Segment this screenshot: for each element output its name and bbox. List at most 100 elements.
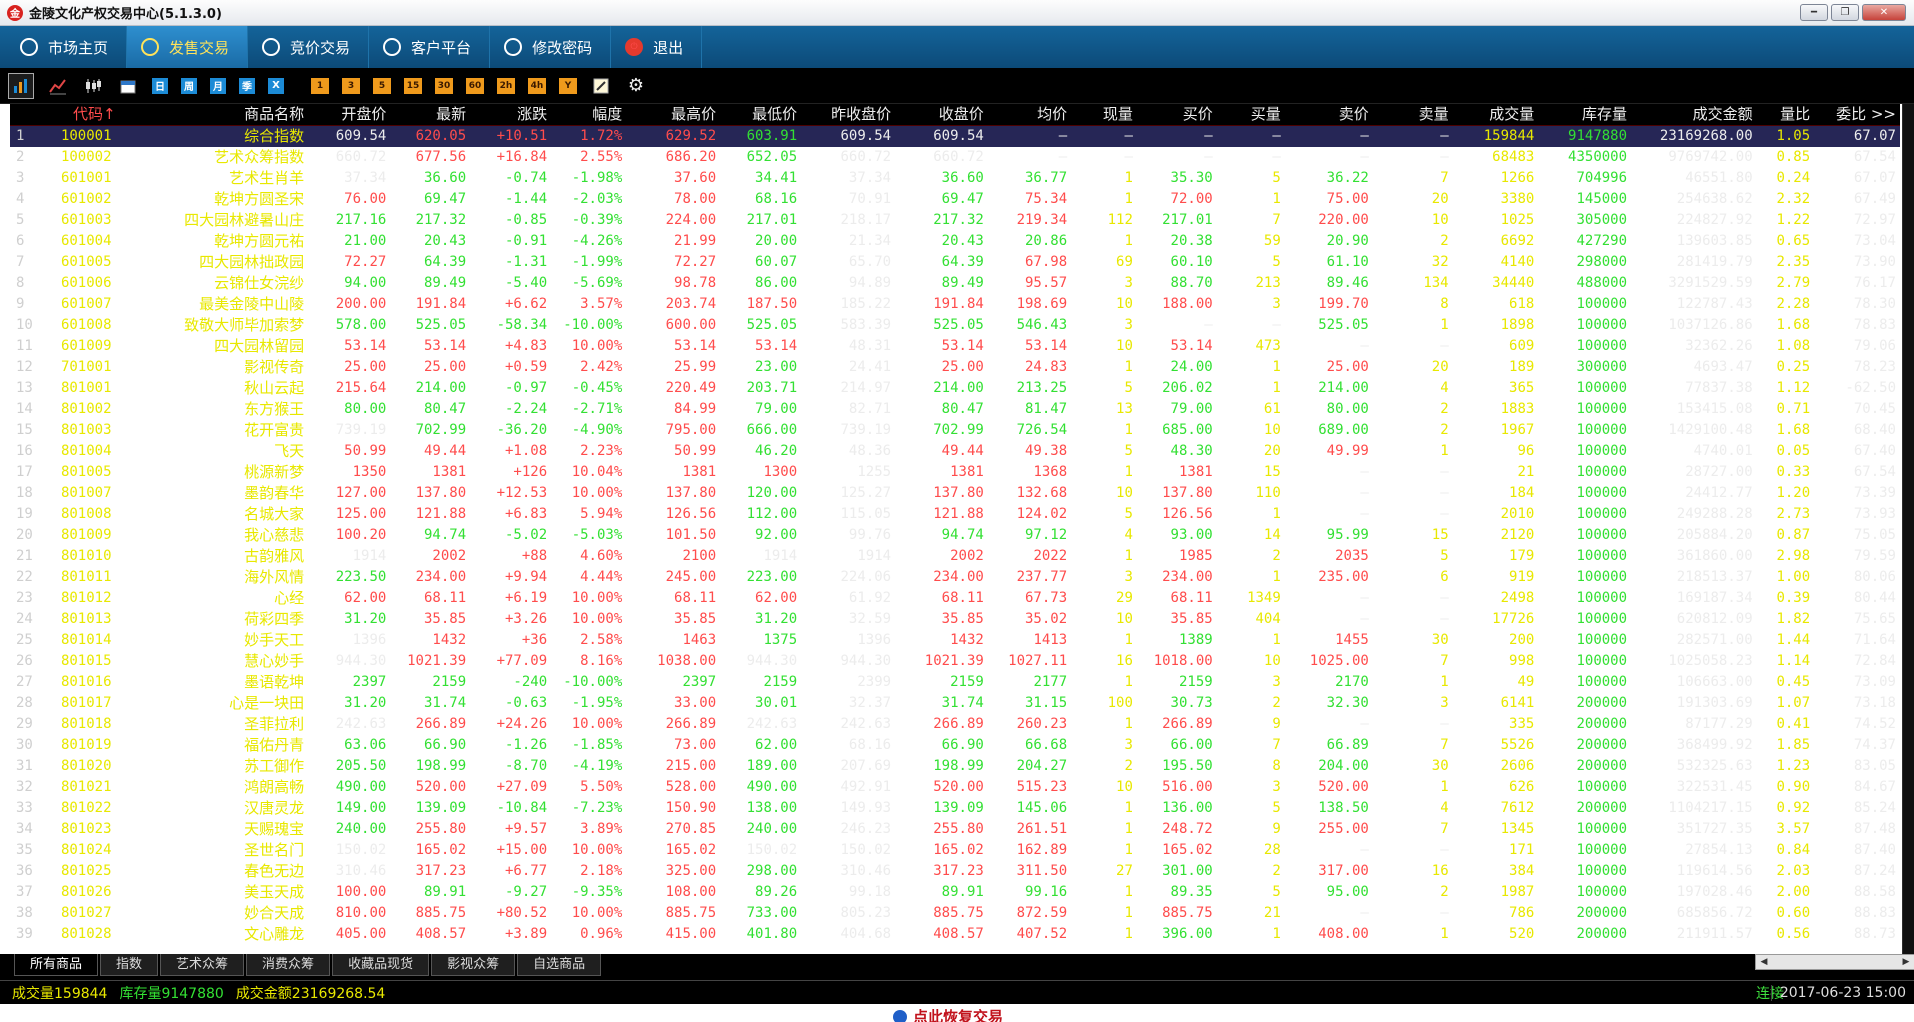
nav-tab-0[interactable]: 市场主页 xyxy=(6,26,128,68)
sheet-tab-4[interactable]: 收藏品现货 xyxy=(332,954,430,976)
table-row[interactable]: 16 801004 飞天 50.99 49.44 +1.08 2.23% 50.99 46.20… xyxy=(10,441,1900,462)
col-header-0[interactable]: 代码↑ xyxy=(56,104,163,126)
draw-pen-icon[interactable] xyxy=(590,75,612,97)
period-button-4[interactable]: X xyxy=(268,77,284,94)
period-button-3[interactable]: 季 xyxy=(239,77,255,94)
minute-button-4[interactable]: 30 xyxy=(435,77,453,94)
col-header-9[interactable]: 收盘价 xyxy=(895,104,988,126)
table-row[interactable]: 34 801023 天赐瑰宝 240.00 255.80 +9.57 3.89% 270.85… xyxy=(10,819,1900,840)
table-row[interactable]: 25 801014 妙手天工 1396 1432 +36 2.58% 1463 1375 1396… xyxy=(10,630,1900,651)
table-row[interactable]: 26 801015 慧心妙手 944.30 1021.39 +77.09 8.16% 1038… xyxy=(10,651,1900,672)
table-row[interactable]: 37 801026 美玉天成 100.00 89.91 -9.27 -9.35% 108.00… xyxy=(10,882,1900,903)
table-row[interactable]: 24 801013 荷彩四季 31.20 35.85 +3.26 10.00% 35.85 31… xyxy=(10,609,1900,630)
table-row[interactable]: 28 801017 心是一块田 31.20 31.74 -0.63 -1.95% 33.00 3… xyxy=(10,693,1900,714)
table-row[interactable]: 13 801001 秋山云起 215.64 214.00 -0.97 -0.45% 220.4… xyxy=(10,378,1900,399)
period-button-1[interactable]: 周 xyxy=(181,77,197,94)
table-row[interactable]: 1 100001 综合指数 609.54 620.05 +10.51 1.72% 629.52… xyxy=(10,125,1900,147)
table-row[interactable]: 8 601006 云锦仕女浣纱 94.00 89.49 -5.40 -5.69% 98.78 8… xyxy=(10,273,1900,294)
table-row[interactable]: 30 801019 福佑丹青 63.06 66.90 -1.26 -1.85% 73.00 62… xyxy=(10,735,1900,756)
table-row[interactable]: 38 801027 妙合天成 810.00 885.75 +80.52 10.00% 885.… xyxy=(10,903,1900,924)
table-row[interactable]: 29 801018 圣菲拉利 242.63 266.89 +24.26 10.00% 266.… xyxy=(10,714,1900,735)
minute-button-7[interactable]: 4h xyxy=(528,77,546,94)
minute-button-2[interactable]: 5 xyxy=(373,77,391,94)
sheet-tab-5[interactable]: 影视众筹 xyxy=(431,954,516,976)
sheet-tab-0[interactable]: 所有商品 xyxy=(14,954,99,976)
col-header-11[interactable]: 现量 xyxy=(1071,104,1137,126)
table-row[interactable]: 11 601009 四大园林留园 53.14 53.14 +4.83 10.00% 53.14… xyxy=(10,336,1900,357)
minute-button-3[interactable]: 15 xyxy=(404,77,422,94)
nav-tab-4[interactable]: 修改密码 xyxy=(490,26,612,68)
table-row[interactable]: 17 801005 桃源新梦 1350 1381 +126 10.04% 1381 1300 12… xyxy=(10,462,1900,483)
table-row[interactable]: 33 801022 汉唐灵龙 149.00 139.09 -10.84 -7.23% 150.… xyxy=(10,798,1900,819)
table-row[interactable]: 3 601001 艺术生肖羊 37.34 36.60 -0.74 -1.98% 37.60 34… xyxy=(10,168,1900,189)
table-row[interactable]: 5 601003 四大园林避暑山庄 217.16 217.32 -0.85 -0.39% 22… xyxy=(10,210,1900,231)
col-header-3[interactable]: 最新 xyxy=(390,104,471,126)
calendar-icon[interactable] xyxy=(117,75,139,97)
settings-gear-icon[interactable]: ⚙ xyxy=(625,75,647,97)
minimize-button[interactable]: ━ xyxy=(1800,4,1828,21)
col-header-16[interactable]: 成交量 xyxy=(1452,104,1539,126)
col-header-14[interactable]: 卖价 xyxy=(1284,104,1373,126)
horizontal-scrollbar[interactable]: ◀ ▶ xyxy=(1755,954,1914,970)
restore-button[interactable]: ❐ xyxy=(1831,4,1859,21)
col-header-1[interactable]: 商品名称 xyxy=(162,104,309,126)
sheet-tab-2[interactable]: 艺术众筹 xyxy=(160,954,245,976)
table-row[interactable]: 10 601008 致敬大师毕加索梦 578.00 525.05 -58.34 -10.00… xyxy=(10,315,1900,336)
table-row[interactable]: 12 701001 影视传奇 25.00 25.00 +0.59 2.42% 25.99 23.… xyxy=(10,357,1900,378)
col-header-20[interactable]: 委比 >> xyxy=(1814,104,1900,126)
table-row[interactable]: 39 801028 文心雕龙 405.00 408.57 +3.89 0.96% 415.00… xyxy=(10,924,1900,945)
sheet-tab-1[interactable]: 指数 xyxy=(100,954,159,976)
table-row[interactable]: 22 801011 海外风情 223.50 234.00 +9.94 4.44% 245.00… xyxy=(10,567,1900,588)
scroll-left-icon[interactable]: ◀ xyxy=(1756,955,1772,969)
col-header-13[interactable]: 买量 xyxy=(1216,104,1285,126)
sheet-tab-3[interactable]: 消费众筹 xyxy=(246,954,331,976)
col-header-12[interactable]: 买价 xyxy=(1136,104,1217,126)
period-button-0[interactable]: 日 xyxy=(152,77,168,94)
table-row[interactable]: 19 801008 名城大家 125.00 121.88 +6.83 5.94% 126.56… xyxy=(10,504,1900,525)
nav-tab-1[interactable]: 发售交易 xyxy=(127,26,249,68)
line-chart-icon[interactable] xyxy=(47,75,69,97)
col-header-10[interactable]: 均价 xyxy=(987,104,1072,126)
kline-chart-icon[interactable] xyxy=(82,75,104,97)
table-row[interactable]: 18 801007 墨韵春华 127.00 137.80 +12.53 10.00% 137.… xyxy=(10,483,1900,504)
table-row[interactable]: 4 601002 乾坤方圆圣宋 76.00 69.47 -1.44 -2.03% 78.00 6… xyxy=(10,189,1900,210)
minute-button-5[interactable]: 60 xyxy=(466,77,484,94)
col-header-17[interactable]: 库存量 xyxy=(1538,104,1632,126)
minute-button-8[interactable]: Y xyxy=(559,77,577,94)
table-row[interactable]: 27 801016 墨语乾坤 2397 2159 -240 -10.00% 2397 2159 2… xyxy=(10,672,1900,693)
vertical-scrollbar[interactable] xyxy=(1902,104,1914,954)
table-row[interactable]: 14 801002 东方猴王 80.00 80.47 -2.24 -2.71% 84.99 79… xyxy=(10,399,1900,420)
col-header-5[interactable]: 幅度 xyxy=(551,104,627,126)
table-row[interactable]: 15 801003 花开富贵 739.19 702.99 -36.20 -4.90% 795.… xyxy=(10,420,1900,441)
table-row[interactable]: 36 801025 春色无边 310.46 317.23 +6.77 2.18% 325.00… xyxy=(10,861,1900,882)
col-header-18[interactable]: 成交金额 xyxy=(1631,104,1757,126)
table-row[interactable]: 32 801021 鸿朗高畅 490.00 520.00 +27.09 5.50% 528.0… xyxy=(10,777,1900,798)
table-row[interactable]: 31 801020 苏工御作 205.50 198.99 -8.70 -4.19% 215.0… xyxy=(10,756,1900,777)
table-row[interactable]: 35 801024 圣世名门 150.02 165.02 +15.00 10.00% 165.… xyxy=(10,840,1900,861)
col-header-19[interactable]: 量比 xyxy=(1756,104,1815,126)
close-button[interactable]: ✕ xyxy=(1862,4,1906,21)
col-header-15[interactable]: 卖量 xyxy=(1372,104,1453,126)
table-row[interactable]: 9 601007 最美金陵中山陵 200.00 191.84 +6.62 3.57% 203.… xyxy=(10,294,1900,315)
nav-tab-5[interactable]: ⏻ 退出 xyxy=(611,26,703,68)
table-row[interactable]: 2 100002 艺术众筹指数 660.72 677.56 +16.84 2.55% 686.… xyxy=(10,147,1900,168)
col-header-6[interactable]: 最高价 xyxy=(626,104,721,126)
minute-button-6[interactable]: 2h xyxy=(497,77,515,94)
table-row[interactable]: 7 601005 四大园林拙政园 72.27 64.39 -1.31 -1.99% 72.27… xyxy=(10,252,1900,273)
minute-button-1[interactable]: 3 xyxy=(342,77,360,94)
table-row[interactable]: 23 801012 心经 62.00 68.11 +6.19 10.00% 68.11 62.0… xyxy=(10,588,1900,609)
sheet-tab-6[interactable]: 自选商品 xyxy=(517,954,602,976)
nav-tab-3[interactable]: 客户平台 xyxy=(369,26,491,68)
col-header-4[interactable]: 涨跌 xyxy=(470,104,552,126)
col-header-7[interactable]: 最低价 xyxy=(720,104,802,126)
col-header-8[interactable]: 昨收盘价 xyxy=(801,104,896,126)
scroll-right-icon[interactable]: ▶ xyxy=(1898,955,1914,969)
period-button-2[interactable]: 月 xyxy=(210,77,226,94)
table-row[interactable]: 20 801009 我心慈悲 100.20 94.74 -5.02 -5.03% 101.50… xyxy=(10,525,1900,546)
nav-tab-2[interactable]: 竞价交易 xyxy=(248,26,370,68)
table-row[interactable]: 6 601004 乾坤方圆元祐 21.00 20.43 -0.91 -4.26% 21.99 2… xyxy=(10,231,1900,252)
quote-list-icon[interactable] xyxy=(8,72,34,99)
col-header-2[interactable]: 开盘价 xyxy=(308,104,391,126)
table-row[interactable]: 21 801010 古韵雅风 1914 2002 +88 4.60% 2100 1914 1914… xyxy=(10,546,1900,567)
restore-trade-link[interactable]: 点此恢复交易 xyxy=(893,1006,1003,1022)
